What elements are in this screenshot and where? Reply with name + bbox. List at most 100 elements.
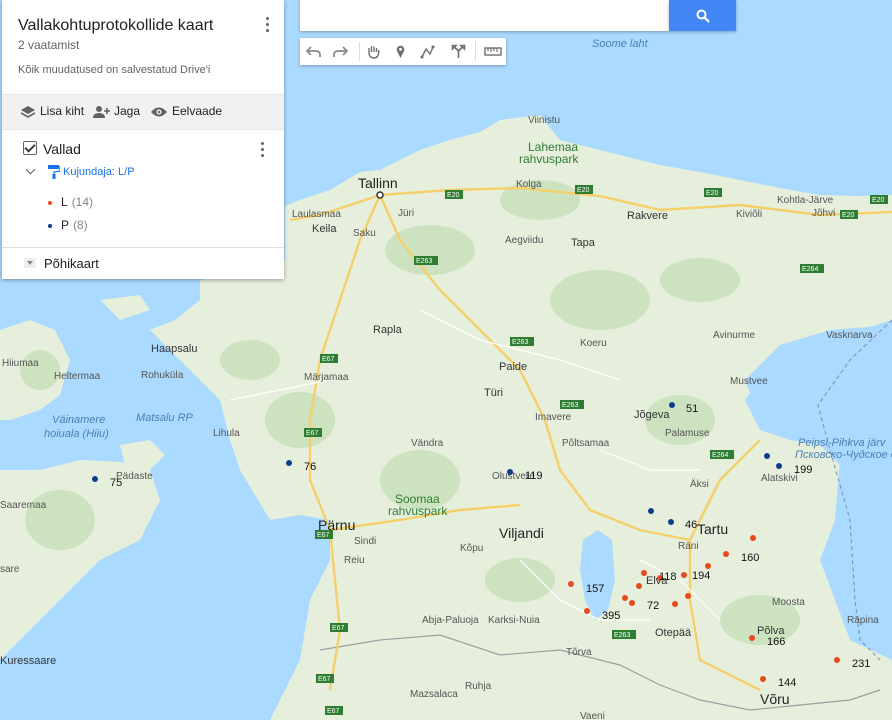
label-moosta: Moosta (772, 597, 805, 608)
style-by-link[interactable]: Kujundaja: L/P (48, 165, 135, 179)
label-keila: Keila (312, 223, 337, 235)
road-shield: E67 (317, 532, 330, 539)
label-rohukula: Rohuküla (141, 370, 184, 381)
label-ruhja: Ruhja (465, 681, 492, 692)
marker-label: 51 (686, 403, 698, 415)
legend-count: (14) (71, 195, 94, 209)
marker-label: 199 (794, 464, 812, 476)
layer-name[interactable]: Vallad (43, 141, 81, 157)
label-kuressaare: sare (0, 564, 20, 575)
directions-button[interactable] (445, 38, 472, 65)
draw-line-button[interactable] (414, 38, 441, 65)
pan-hand-icon (368, 46, 380, 59)
label-vaeni: Vaeni (580, 711, 605, 720)
preview-label: Eelvaade (172, 104, 223, 118)
road-shield: E67 (306, 430, 319, 437)
label-karksi: Karksi-Nuia (488, 615, 540, 626)
label-johvi: Jõhvi (812, 208, 835, 219)
search-input[interactable] (300, 0, 669, 31)
undo-button[interactable] (300, 38, 327, 65)
label-koeru: Koeru (580, 338, 607, 349)
label-kolga: Kolga (516, 179, 542, 190)
label-voru: Võru (760, 691, 790, 707)
layer-visibility-checkbox[interactable] (23, 141, 37, 155)
add-layer-button[interactable]: Lisa kiht (20, 104, 84, 119)
road-shield: E67 (318, 676, 331, 683)
basemap-label[interactable]: Põhikaart (44, 256, 99, 271)
share-button[interactable]: Jaga (92, 104, 140, 119)
map-title[interactable]: Vallakohtuprotokollide kaart (18, 17, 213, 35)
legend-item-l[interactable]: L (14) (48, 195, 93, 209)
label-mustvee: Mustvee (730, 376, 768, 387)
marker-label: 119 (525, 470, 543, 482)
share-label: Jaga (114, 104, 141, 118)
capital-dot (376, 191, 384, 199)
pan-button[interactable] (360, 38, 387, 65)
label-kohtla: Kohtla-Järve (777, 195, 834, 206)
layer-options-menu[interactable] (253, 139, 273, 159)
redo-button[interactable] (327, 38, 354, 65)
directions-icon (451, 44, 466, 58)
measure-button[interactable] (478, 38, 505, 65)
label-mazsalaca: Mazsalaca (410, 689, 458, 700)
road-shield: E263 (562, 402, 578, 409)
add-layer-label: Lisa kiht (40, 104, 85, 118)
add-person-icon (93, 105, 110, 118)
undo-icon (306, 46, 321, 57)
label-palamuse: Palamuse (665, 428, 710, 439)
label-poltsamaa: Põltsamaa (562, 438, 610, 449)
label-juri: Jüri (398, 208, 414, 219)
map-toolbar (300, 38, 506, 65)
search-icon (696, 9, 710, 23)
label-abja: Abja-Paluoja (422, 615, 479, 626)
add-marker-button[interactable] (387, 38, 414, 65)
marker-label: 118 (659, 571, 677, 583)
label-lihula: Lihula (213, 428, 240, 439)
marker-label: 76 (304, 461, 316, 473)
marker-label: 166 (767, 636, 785, 648)
road-shield: E263 (614, 632, 630, 639)
eye-icon (151, 107, 167, 117)
basemap-expand-toggle[interactable] (24, 258, 36, 268)
label-laulasmaa: Laulasmaa (292, 209, 341, 220)
marker-label: 194 (692, 570, 710, 582)
label-kopu: Kõpu (460, 543, 483, 554)
preview-button[interactable]: Eelvaade (150, 104, 222, 118)
label-sindi: Sindi (354, 536, 376, 547)
label-heltermaa: Heltermaa (54, 371, 101, 382)
road-shield: E264 (802, 266, 818, 273)
road-shield: E263 (512, 339, 528, 346)
chevron-down-icon[interactable] (25, 164, 36, 175)
legend-item-p[interactable]: P (8) (48, 218, 88, 232)
label-rapla: Rapla (373, 324, 403, 336)
marker-label: 395 (602, 610, 620, 622)
road-shield: E263 (416, 258, 432, 265)
label-rani: Räni (678, 541, 699, 552)
label-rapina: Räpina (847, 615, 879, 626)
action-bar: Lisa kiht Jaga Eelvaade (2, 94, 284, 130)
label-avinurme: Avinurme (713, 330, 755, 341)
search-button[interactable] (669, 0, 736, 31)
map-sidebar-panel: Vallakohtuprotokollide kaart 2 vaatamist… (2, 0, 284, 279)
legend-count: (8) (73, 218, 88, 232)
label-vandra: Vändra (411, 438, 444, 449)
legend-dot (48, 200, 52, 205)
label-alatskivi: Alatskivi (761, 473, 798, 484)
road-shield: E20 (842, 212, 855, 219)
label-lahemaa-2: rahvuspark (519, 152, 579, 166)
label-imavere: Imavere (535, 412, 572, 423)
label-kivioli: Kiviõli (736, 209, 762, 220)
marker-label: 157 (586, 583, 604, 595)
redo-icon (333, 46, 348, 57)
map-options-menu[interactable] (258, 14, 278, 34)
label-aksi: Äksi (690, 478, 709, 490)
label-matsalu: Matsalu RP (136, 412, 194, 424)
road-shield: E67 (327, 708, 340, 715)
style-by-label: Kujundaja: L/P (63, 165, 135, 178)
label-peipsi-ru: Псковско-Чудское о (795, 449, 892, 461)
road-shield: E20 (706, 190, 719, 197)
road-shield: E67 (322, 356, 335, 363)
divider (2, 247, 284, 248)
label-parnu: Pärnu (318, 517, 355, 533)
marker-label: 144 (778, 677, 796, 689)
